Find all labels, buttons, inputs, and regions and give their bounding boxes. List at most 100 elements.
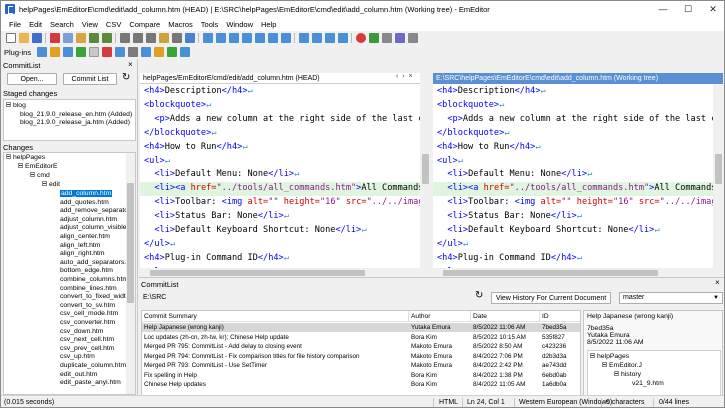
changed-file-item[interactable]: csv_cell_mode.htm (60, 310, 118, 318)
tree-node-emeditorj[interactable]: EmEditor.J (602, 361, 642, 370)
changed-file-item[interactable]: combine_columns.htm (60, 276, 128, 284)
column-header-date[interactable]: Date (471, 311, 540, 322)
commit-row[interactable]: Merged PR 794: CommitList - Fix comparis… (142, 352, 580, 361)
tree-node-emeditore[interactable]: EmEditorE (18, 162, 57, 171)
find-prev-icon[interactable] (145, 33, 156, 43)
refresh-icon[interactable]: ↻ (475, 290, 483, 301)
wrap-icon[interactable] (202, 33, 213, 43)
plugin-icon[interactable] (49, 47, 60, 57)
changed-file-item[interactable]: add_remove_separator. (60, 207, 132, 215)
tree-node-blog[interactable]: blog (6, 101, 26, 110)
redo-icon[interactable] (101, 33, 112, 43)
changed-file-item[interactable]: csv_converter.htm (60, 319, 115, 327)
staged-file[interactable]: blog_21.9.0_release_en.htm (Added) (20, 111, 132, 119)
save-icon[interactable] (31, 33, 42, 43)
changed-file-item[interactable]: duplicate_column.htm (60, 362, 126, 370)
changed-file-item[interactable]: align_center.htm (60, 233, 110, 241)
changed-file-item[interactable]: bottom_edge.htm (60, 267, 113, 275)
plugin-icon[interactable] (127, 47, 138, 57)
commit-row[interactable]: Loc updates (zh-cn, zh-tw, kr); Chinese … (142, 333, 580, 342)
next-diff-icon[interactable] (324, 33, 335, 43)
status-cursor-position[interactable]: Ln 24, Col 1 (467, 399, 505, 406)
plugin-icon[interactable] (394, 33, 405, 43)
right-code-view[interactable]: <h4>Description</h4>↵ <blockquote>↵ <p>Ad… (433, 84, 713, 268)
menu-edit[interactable]: Edit (29, 20, 42, 29)
maximize-button[interactable]: ☐ (676, 1, 700, 17)
column-icon[interactable] (228, 33, 239, 43)
minimize-button[interactable]: — (651, 1, 675, 17)
changes-scrollbar[interactable] (126, 153, 135, 394)
outline-icon[interactable] (267, 33, 278, 43)
changed-file-item[interactable]: csv_up.htm (60, 353, 95, 361)
tree-file[interactable]: v21_9.htm (632, 380, 664, 388)
refresh-icon[interactable]: ↻ (122, 72, 130, 83)
sync-scroll-icon[interactable] (311, 33, 322, 43)
scrollbar-thumb[interactable] (150, 270, 365, 276)
open-folder-icon[interactable] (18, 33, 29, 43)
left-code-view[interactable]: <h4>Description</h4>↵ <blockquote>↵ <p>Ad… (140, 84, 420, 268)
new-file-icon[interactable] (5, 33, 16, 43)
close-icon[interactable]: × (128, 60, 133, 69)
collapse-icon[interactable] (602, 361, 607, 367)
paste-icon[interactable] (75, 33, 86, 43)
right-vertical-scrollbar[interactable] (713, 84, 724, 268)
tree-node-helppages[interactable]: helpPages (590, 352, 629, 361)
changed-file-item[interactable]: add_quotes.htm (60, 199, 109, 207)
menu-compare[interactable]: Compare (129, 20, 160, 29)
properties-icon[interactable] (407, 33, 418, 43)
commit-row[interactable]: Chinese Help updates Bora Kim 8/4/2022 11:… (142, 380, 580, 389)
find-next-icon[interactable] (132, 33, 143, 43)
staged-file[interactable]: blog_21.9.0_release_ja.htm (Added) (20, 119, 130, 127)
commit-row[interactable]: Merged PR 793: CommitList - Use SetTimer… (142, 361, 580, 370)
commit-row[interactable]: Merged PR 795: CommitList - Add delay to… (142, 342, 580, 351)
menu-tools[interactable]: Tools (201, 20, 219, 29)
column-header-author[interactable]: Author (409, 311, 471, 322)
record-macro-icon[interactable] (355, 33, 366, 43)
tree-node-cmd[interactable]: cmd (30, 171, 50, 180)
commit-row[interactable]: Fix spelling in Help Bora Kim 8/4/2022 1:3… (142, 371, 580, 380)
status-encoding[interactable]: Western European (Windows) (519, 399, 612, 406)
highlight-icon[interactable] (158, 33, 169, 43)
changed-file-item[interactable]: add_column.htm (60, 190, 113, 198)
csv-icon[interactable] (215, 33, 226, 43)
changed-file-item[interactable]: csv_prev_cell.htm (60, 345, 114, 353)
left-editor-tab[interactable]: helpPages/EmEditorE/cmd/edit/add_column.… (140, 73, 420, 84)
branch-select[interactable]: master ▼ (619, 292, 723, 304)
open-button[interactable]: Open... (7, 73, 57, 85)
plugin-icon[interactable] (179, 47, 190, 57)
changed-file-item[interactable]: convert_to_sv.htm (60, 302, 115, 310)
find-icon[interactable] (119, 33, 130, 43)
menu-window[interactable]: Window (226, 20, 253, 29)
changed-file-item[interactable]: combine_lines.htm (60, 285, 117, 293)
collapse-icon[interactable] (18, 162, 23, 168)
collapse-icon[interactable] (30, 171, 35, 177)
collapse-icon[interactable] (6, 101, 11, 107)
collapse-icon[interactable] (590, 352, 595, 358)
plugin-icon[interactable] (101, 47, 112, 57)
commit-list-button[interactable]: Commit List (63, 73, 117, 85)
changed-file-item[interactable]: csv_down.htm (60, 328, 103, 336)
collapse-icon[interactable] (42, 180, 47, 186)
plugin-icon[interactable] (153, 47, 164, 57)
changed-file-item[interactable]: csv_next_cell.htm (60, 336, 114, 344)
close-button[interactable]: ✕ (701, 1, 724, 17)
tab-close-icon[interactable]: × (408, 73, 412, 80)
scrollbar-thumb[interactable] (127, 183, 134, 303)
replace-icon[interactable] (171, 33, 182, 43)
collapse-icon[interactable] (614, 370, 619, 376)
tree-node-history[interactable]: history (614, 370, 641, 379)
scrollbar-thumb[interactable] (443, 270, 658, 276)
changed-file-item[interactable]: align_left.htm (60, 242, 100, 250)
view-history-button[interactable]: View History For Current Document (491, 292, 611, 304)
scrollbar-thumb[interactable] (715, 154, 722, 184)
copy-icon[interactable] (62, 33, 73, 43)
tree-node-edit[interactable]: edit (42, 180, 60, 189)
right-editor-tab[interactable]: E:\SRC\helpPages\EmEditorE\cmd\edit\add_… (433, 73, 723, 84)
changed-file-item[interactable]: edit_paste_anyi.htm (60, 379, 121, 387)
tree-node-helppages[interactable]: helpPages (6, 153, 45, 162)
status-file-type[interactable]: HTML (439, 399, 458, 406)
plugin-icon[interactable] (166, 47, 177, 57)
plugin-icon[interactable] (75, 47, 86, 57)
close-icon[interactable]: × (715, 278, 720, 287)
tab-icon[interactable] (241, 33, 252, 43)
